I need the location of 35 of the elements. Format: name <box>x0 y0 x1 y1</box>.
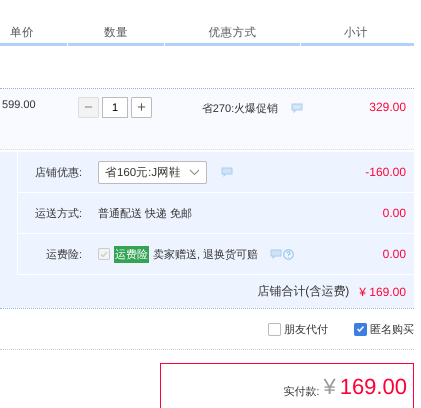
column-header: 优惠方式 <box>165 25 300 46</box>
currency-sign: ¥ <box>323 374 336 400</box>
shop-total-label: 店铺合计(含运费) <box>257 283 350 300</box>
shipping-method: 普通配送 快递 免邮 <box>98 206 192 220</box>
row-amount: 0.00 <box>382 206 407 220</box>
column-header: 小计 <box>301 25 414 46</box>
row-label: 运费险: <box>44 248 83 262</box>
increase-button[interactable]: + <box>131 97 152 118</box>
checkbox[interactable] <box>354 322 367 336</box>
promotion-text: 省270:火爆促销 <box>202 102 278 116</box>
quantity-field[interactable]: 1 <box>102 97 128 118</box>
row-amount: 0.00 <box>382 247 407 261</box>
payment-amount: 169.00 <box>340 374 407 400</box>
chevron-down-icon <box>189 168 200 176</box>
column-header: 数量 <box>68 25 164 46</box>
insurance-tag: 运费险 <box>114 246 149 262</box>
checkmark-icon <box>356 325 365 333</box>
row-amount: -160.00 <box>365 165 407 179</box>
row-label: 运送方式: <box>34 206 83 220</box>
option-label: 匿名购买 <box>370 322 414 336</box>
option-label: 朋友代付 <box>284 322 328 336</box>
shop-total-amount: ¥ 169.00 <box>359 284 406 298</box>
help-icon[interactable] <box>283 248 294 260</box>
comment-icon[interactable] <box>221 167 234 177</box>
comment-icon[interactable] <box>291 103 304 113</box>
checkmark-icon <box>100 250 108 258</box>
checkbox[interactable] <box>268 322 281 336</box>
comment-icon[interactable] <box>270 249 282 259</box>
unit-price: 599.00 <box>1 98 37 113</box>
discount-select[interactable]: 省160元:J网鞋 <box>98 160 208 184</box>
column-header: 单价 <box>0 25 67 46</box>
payment-label: 实付款: <box>283 384 320 398</box>
subtotal: 329.00 <box>368 99 407 116</box>
row-label: 店铺优惠: <box>34 166 83 180</box>
insurance-text: 卖家赠送, 退换货可赔 <box>153 248 258 262</box>
